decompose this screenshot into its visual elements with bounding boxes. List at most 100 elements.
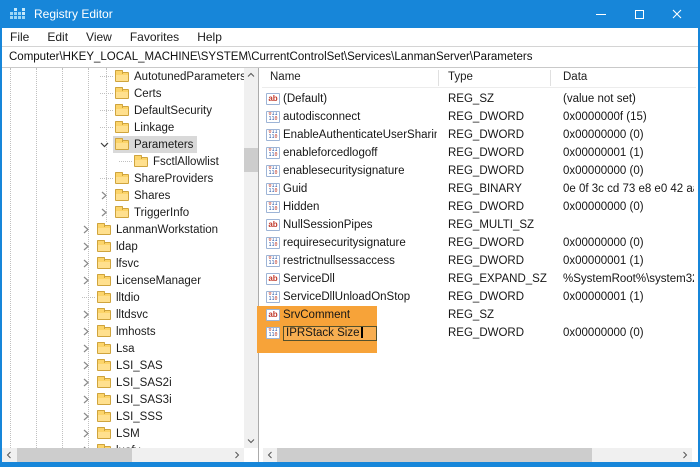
registry-editor-app-icon[interactable] xyxy=(10,8,25,20)
registry-value-row[interactable]: 011 110 autodisconnect REG_DWORD 0x0000000f … xyxy=(262,108,696,126)
tree-item-group[interactable]: LanmanWorkstation xyxy=(95,221,222,238)
tree-item-autotunedparameters[interactable]: AutotunedParameters xyxy=(2,68,244,85)
registry-value-row[interactable]: 011 110 EnableAuthenticateUserSharing REG_D… xyxy=(262,126,696,144)
minimize-button[interactable] xyxy=(582,0,620,28)
column-separator[interactable] xyxy=(438,70,439,86)
tree-item-group[interactable]: lmhosts xyxy=(95,323,160,340)
value-name-cell[interactable]: requiresecuritysignature xyxy=(283,234,437,252)
chevron-right-icon[interactable] xyxy=(81,428,95,440)
tree-item-certs[interactable]: Certs xyxy=(2,85,244,102)
value-name-cell[interactable]: SrvComment xyxy=(283,306,437,324)
address-bar-input[interactable]: Computer\HKEY_LOCAL_MACHINE\SYSTEM\Curre… xyxy=(2,47,698,68)
value-name-cell[interactable]: ServiceDllUnloadOnStop xyxy=(283,288,437,306)
registry-value-row[interactable]: 011 110 Guid REG_BINARY 0e 0f 3c cd 73 e8 e0… xyxy=(262,180,696,198)
tree-item-group[interactable]: DefaultSecurity xyxy=(113,102,216,119)
tree-item-lltdsvc[interactable]: lltdsvc xyxy=(2,306,244,323)
tree-item-lsi_sas3i[interactable]: LSI_SAS3i xyxy=(2,391,244,408)
value-name-cell[interactable]: autodisconnect xyxy=(283,108,437,126)
chevron-down-icon[interactable] xyxy=(99,139,113,151)
chevron-right-icon[interactable] xyxy=(81,224,95,236)
tree-item-group[interactable]: Certs xyxy=(113,85,165,102)
tree-vertical-scrollbar[interactable] xyxy=(244,68,258,448)
tree-item-lfsvc[interactable]: lfsvc xyxy=(2,255,244,272)
list-horizontal-scrollbar[interactable] xyxy=(263,448,692,462)
registry-value-row[interactable]: ab ServiceDll REG_EXPAND_SZ %SystemRoot%\sy… xyxy=(262,270,696,288)
tree-item-shares[interactable]: Shares xyxy=(2,187,244,204)
value-name-cell[interactable]: Guid xyxy=(283,180,437,198)
chevron-right-icon[interactable] xyxy=(99,207,113,219)
menu-item-favorites[interactable]: Favorites xyxy=(121,28,188,44)
registry-value-row[interactable]: 011 110 restrictnullsessaccess REG_DWORD 0x0… xyxy=(262,252,696,270)
column-header-type[interactable]: Type xyxy=(448,71,473,83)
chevron-right-icon[interactable] xyxy=(81,377,95,389)
registry-value-row[interactable]: 011 110 Hidden REG_DWORD 0x00000000 (0) xyxy=(262,198,696,216)
tree-item-group[interactable]: LSI_SSS xyxy=(95,408,167,425)
registry-value-row[interactable]: 011 110 enableforcedlogoff REG_DWORD 0x00000… xyxy=(262,144,696,162)
column-separator[interactable] xyxy=(550,70,551,86)
tree-item-lsa[interactable]: Lsa xyxy=(2,340,244,357)
close-button[interactable] xyxy=(658,0,696,28)
tree-item-group[interactable]: TriggerInfo xyxy=(113,204,193,221)
registry-value-row[interactable]: 011 110 requiresecuritysignature REG_DWORD 0… xyxy=(262,234,696,252)
tree-item-group[interactable]: FsctlAllowlist xyxy=(132,153,223,170)
tree-item-group[interactable]: Lsa xyxy=(95,340,139,357)
chevron-right-icon[interactable] xyxy=(81,258,95,270)
tree-item-group[interactable]: lltdio xyxy=(95,289,144,306)
value-name-cell[interactable]: ServiceDll xyxy=(283,270,437,288)
rename-edit-box[interactable]: IPRStack Size xyxy=(283,326,377,341)
tree-item-defaultsecurity[interactable]: DefaultSecurity xyxy=(2,102,244,119)
tree-item-lsi_sas[interactable]: LSI_SAS xyxy=(2,357,244,374)
tree-item-lsi_sas2i[interactable]: LSI_SAS2i xyxy=(2,374,244,391)
tree-item-group[interactable]: ShareProviders xyxy=(113,170,217,187)
chevron-right-icon[interactable] xyxy=(99,190,113,202)
tree-item-lmhosts[interactable]: lmhosts xyxy=(2,323,244,340)
tree-item-group[interactable]: LSI_SAS3i xyxy=(95,391,176,408)
title-bar[interactable]: Registry Editor xyxy=(0,0,700,28)
registry-value-row[interactable]: ab (Default) REG_SZ (value not set) xyxy=(262,90,696,108)
value-name-cell[interactable]: restrictnullsessaccess xyxy=(283,252,437,270)
scroll-down-icon[interactable] xyxy=(244,434,258,448)
value-name-cell[interactable]: EnableAuthenticateUserSharing xyxy=(283,126,437,144)
tree-item-group[interactable]: LSM xyxy=(95,425,144,442)
tree-item-linkage[interactable]: Linkage xyxy=(2,119,244,136)
tree-item-group[interactable]: Linkage xyxy=(113,119,178,136)
column-header-data[interactable]: Data xyxy=(563,71,587,83)
tree-horizontal-scrollbar[interactable] xyxy=(2,448,244,462)
tree-item-group[interactable]: ldap xyxy=(95,238,142,255)
value-name-cell[interactable]: IPRStack Size xyxy=(283,324,437,342)
registry-value-row[interactable]: ab NullSessionPipes REG_MULTI_SZ xyxy=(262,216,696,234)
tree-item-group[interactable]: lfsvc xyxy=(95,255,143,272)
tree-item-group[interactable]: LSI_SAS xyxy=(95,357,167,374)
tree-item-lltdio[interactable]: lltdio xyxy=(2,289,244,306)
maximize-button[interactable] xyxy=(620,0,658,28)
list-hscroll-thumb[interactable] xyxy=(277,448,592,462)
chevron-right-icon[interactable] xyxy=(81,326,95,338)
tree-item-triggerinfo[interactable]: TriggerInfo xyxy=(2,204,244,221)
tree-item-fsctlallowlist[interactable]: FsctlAllowlist xyxy=(2,153,244,170)
value-name-cell[interactable]: enableforcedlogoff xyxy=(283,144,437,162)
tree-item-shareproviders[interactable]: ShareProviders xyxy=(2,170,244,187)
tree-item-ldap[interactable]: ldap xyxy=(2,238,244,255)
tree-item-group[interactable]: AutotunedParameters xyxy=(113,68,244,85)
tree-item-lsm[interactable]: LSM xyxy=(2,425,244,442)
menu-item-file[interactable]: File xyxy=(2,28,38,44)
column-header-name[interactable]: Name xyxy=(270,71,301,83)
menu-item-view[interactable]: View xyxy=(77,28,121,44)
tree-item-licensemanager[interactable]: LicenseManager xyxy=(2,272,244,289)
tree-item-parameters[interactable]: Parameters xyxy=(2,136,244,153)
value-name-cell[interactable]: enablesecuritysignature xyxy=(283,162,437,180)
chevron-right-icon[interactable] xyxy=(81,343,95,355)
tree-vscroll-thumb[interactable] xyxy=(244,148,258,172)
chevron-right-icon[interactable] xyxy=(81,411,95,423)
menu-item-help[interactable]: Help xyxy=(188,28,231,44)
chevron-right-icon[interactable] xyxy=(81,309,95,321)
scroll-right-icon[interactable] xyxy=(230,448,244,462)
menu-item-edit[interactable]: Edit xyxy=(38,28,77,44)
chevron-right-icon[interactable] xyxy=(81,360,95,372)
value-name-cell[interactable]: NullSessionPipes xyxy=(283,216,437,234)
scroll-right-icon[interactable] xyxy=(678,448,692,462)
value-name-cell[interactable]: (Default) xyxy=(283,90,437,108)
registry-value-row[interactable]: 011 110 IPRStack Size REG_DWORD 0x00000000 (… xyxy=(262,324,696,342)
tree-item-lsi_sss[interactable]: LSI_SSS xyxy=(2,408,244,425)
registry-value-row[interactable]: ab SrvComment REG_SZ xyxy=(262,306,696,324)
